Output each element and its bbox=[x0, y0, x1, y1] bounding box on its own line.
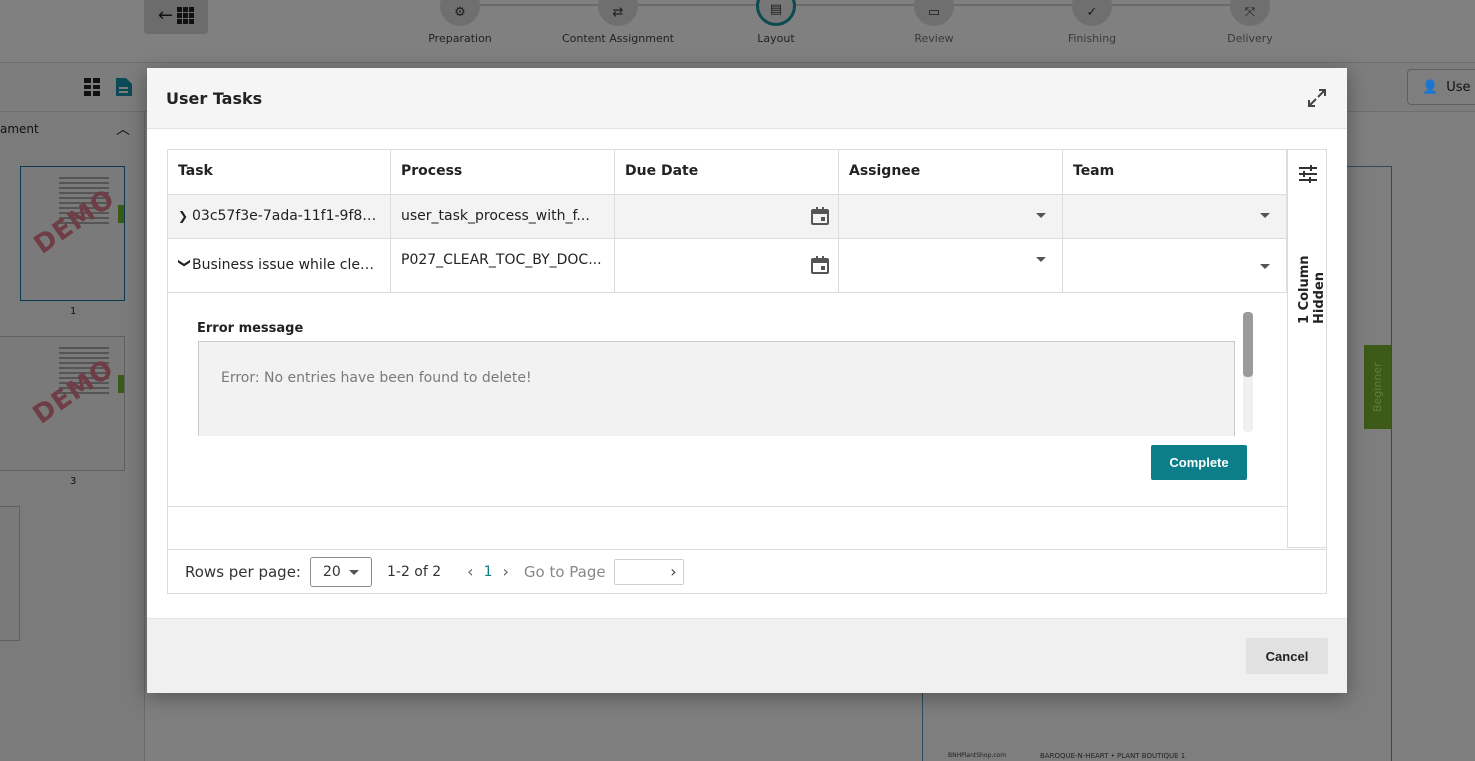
grid-view-icon[interactable] bbox=[84, 78, 100, 96]
caret-down-icon bbox=[1260, 264, 1270, 269]
calendar-icon[interactable] bbox=[810, 206, 830, 226]
top-bar: ← ⚙ Preparation ⇄ Content Assignment ▤ L… bbox=[0, 0, 1475, 62]
dialog-header: User Tasks bbox=[147, 68, 1347, 129]
error-message-label: Error message bbox=[197, 321, 304, 336]
hidden-columns-label[interactable]: 1 Column Hidden bbox=[1297, 202, 1327, 324]
layout-icon: ▤ bbox=[756, 0, 796, 26]
complete-button[interactable]: Complete bbox=[1151, 445, 1247, 480]
step-label: Review bbox=[914, 32, 954, 45]
user-button-label: Use bbox=[1446, 79, 1471, 95]
process-cell: user_task_process_with_f... bbox=[391, 195, 615, 238]
step-label: Finishing bbox=[1067, 32, 1117, 45]
column-header-assignee[interactable]: Assignee bbox=[839, 150, 1063, 194]
expand-icon[interactable] bbox=[1307, 88, 1327, 108]
cancel-button[interactable]: Cancel bbox=[1246, 638, 1328, 674]
step-delivery[interactable]: ⤧ Delivery bbox=[1170, 0, 1330, 45]
rows-per-page-label: Rows per page: bbox=[185, 562, 301, 581]
team-select[interactable] bbox=[1063, 239, 1287, 292]
table-row[interactable]: ❯ 03c57f3e-7ada-11f1-9f8d-0... user_task_… bbox=[168, 195, 1326, 239]
check-icon: ✓ bbox=[1072, 0, 1112, 26]
thumbnail-number: 3 bbox=[70, 476, 77, 487]
task-cell[interactable]: ❯Business issue while cleari... bbox=[168, 239, 391, 292]
chevron-down-icon[interactable]: ❯ bbox=[168, 258, 211, 272]
chevron-up-icon[interactable]: ︿ bbox=[116, 119, 130, 139]
due-date-field[interactable] bbox=[615, 195, 839, 238]
team-select[interactable] bbox=[1063, 195, 1287, 238]
go-to-page-label: Go to Page bbox=[523, 562, 606, 581]
caret-down-icon bbox=[1036, 257, 1046, 262]
user-tasks-dialog: User Tasks Task Process Due Date Assigne… bbox=[147, 68, 1347, 693]
page-thumbnail[interactable]: DEMO bbox=[0, 336, 125, 471]
dialog-footer: Cancel bbox=[147, 618, 1347, 693]
error-message-field[interactable]: Error: No entries have been found to del… bbox=[198, 341, 1235, 436]
row-detail-panel: Error message Error: No entries have bee… bbox=[168, 293, 1287, 507]
step-label: Content Assignment bbox=[561, 32, 674, 45]
caret-down-icon bbox=[348, 569, 359, 575]
user-button[interactable]: 👤 Use bbox=[1407, 69, 1475, 105]
due-date-field[interactable] bbox=[615, 239, 839, 292]
assignee-select[interactable] bbox=[839, 195, 1063, 238]
task-cell[interactable]: ❯ 03c57f3e-7ada-11f1-9f8d-0... bbox=[168, 195, 391, 238]
task-text: 03c57f3e-7ada-11f1-9f8d-0... bbox=[192, 208, 391, 224]
pagination-bar: Rows per page: 20 1-2 of 2 ‹ 1 › Go to P… bbox=[168, 549, 1326, 593]
step-content-assignment[interactable]: ⇄ Content Assignment bbox=[538, 0, 698, 45]
tasks-table: Task Process Due Date Assignee Team ❯ 03c… bbox=[167, 149, 1327, 594]
thumbnail-number: 1 bbox=[70, 306, 77, 317]
chevron-left-icon[interactable]: ‹ bbox=[467, 562, 473, 581]
pagination-range: 1-2 of 2 bbox=[386, 563, 442, 580]
sliders-icon[interactable] bbox=[1298, 164, 1318, 184]
chevron-right-icon[interactable]: › bbox=[670, 562, 676, 581]
process-cell: P027_CLEAR_TOC_BY_DOC... bbox=[391, 239, 615, 292]
beginner-tag: Beginner bbox=[1364, 345, 1391, 429]
column-header-due-date[interactable]: Due Date bbox=[615, 150, 839, 194]
go-to-page-input[interactable]: › bbox=[613, 558, 684, 585]
step-review[interactable]: ▭ Review bbox=[854, 0, 1014, 45]
step-preparation[interactable]: ⚙ Preparation bbox=[380, 0, 540, 45]
panel-title: ament bbox=[0, 122, 39, 136]
chevron-right-icon[interactable]: › bbox=[502, 562, 508, 581]
comment-icon: ▭ bbox=[914, 0, 954, 26]
caret-down-icon bbox=[1036, 213, 1046, 218]
calendar-icon[interactable] bbox=[810, 255, 830, 275]
table-row[interactable]: ❯Business issue while cleari... P027_CLE… bbox=[168, 239, 1326, 293]
step-label: Layout bbox=[757, 32, 795, 45]
columns-panel[interactable]: 1 Column Hidden bbox=[1287, 150, 1327, 548]
step-label: Preparation bbox=[428, 32, 492, 45]
caret-down-icon bbox=[1260, 213, 1270, 218]
assignee-select[interactable] bbox=[839, 239, 1063, 292]
step-label: Delivery bbox=[1227, 32, 1273, 45]
column-header-task[interactable]: Task bbox=[168, 150, 391, 194]
user-settings-icon: 👤 bbox=[1422, 79, 1439, 95]
column-header-team[interactable]: Team bbox=[1063, 150, 1287, 194]
chevron-right-icon[interactable]: ❯ bbox=[178, 195, 192, 238]
error-message-text: Error: No entries have been found to del… bbox=[221, 370, 532, 386]
table-header-row: Task Process Due Date Assignee Team bbox=[168, 150, 1326, 195]
page-footer: BAROQUE-N-HEART • PLANT BOUTIQUE 1 bbox=[1040, 752, 1186, 760]
scrollbar-thumb[interactable] bbox=[1243, 312, 1253, 377]
grid-icon bbox=[177, 6, 195, 24]
step-finishing[interactable]: ✓ Finishing bbox=[1012, 0, 1172, 45]
gear-icon: ⚙ bbox=[440, 0, 480, 26]
back-to-overview-button[interactable]: ← bbox=[144, 0, 208, 34]
dialog-title: User Tasks bbox=[166, 88, 263, 108]
page-number-button[interactable]: 1 bbox=[484, 564, 493, 580]
document-icon[interactable] bbox=[116, 78, 132, 96]
page-thumbnail[interactable]: DEMO bbox=[20, 166, 125, 301]
swap-arrows-icon: ⇄ bbox=[598, 0, 638, 26]
page-thumbnail[interactable] bbox=[0, 506, 20, 641]
task-text: Business issue while cleari... bbox=[192, 257, 391, 273]
page-footer-url: BNHPlantShop.com bbox=[948, 752, 1007, 759]
rows-per-page-select[interactable]: 20 bbox=[309, 556, 372, 587]
merge-icon: ⤧ bbox=[1230, 0, 1270, 26]
arrow-left-icon: ← bbox=[157, 4, 174, 26]
step-layout[interactable]: ▤ Layout bbox=[696, 0, 856, 45]
rows-per-page-value: 20 bbox=[322, 563, 341, 580]
column-header-process[interactable]: Process bbox=[391, 150, 615, 194]
